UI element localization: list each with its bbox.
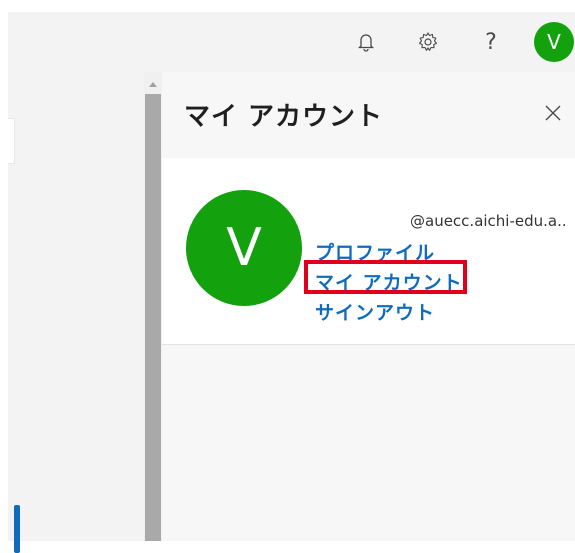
- sign-out-link[interactable]: サインアウト: [315, 298, 435, 325]
- close-icon: [545, 105, 561, 121]
- content-card: [8, 118, 15, 164]
- account-panel: マイ アカウント V @auecc.aichi-edu.a.. プロファイル マ…: [162, 72, 575, 541]
- highlight-box: [304, 260, 467, 294]
- scroll-up-arrow-icon[interactable]: [149, 82, 157, 87]
- top-bar: ? V: [8, 12, 575, 72]
- account-avatar: V: [186, 190, 302, 306]
- close-button[interactable]: [542, 102, 564, 124]
- account-email: @auecc.aichi-edu.a..: [410, 212, 567, 230]
- account-card: V @auecc.aichi-edu.a.. プロファイル マイ アカウント サ…: [162, 158, 575, 345]
- avatar[interactable]: V: [534, 22, 574, 62]
- scrollbar-thumb[interactable]: [145, 94, 161, 541]
- scrollbar[interactable]: [144, 72, 162, 541]
- gear-icon[interactable]: [414, 28, 442, 56]
- panel-title: マイ アカウント: [184, 102, 384, 132]
- main-content-area: [8, 72, 144, 553]
- selection-indicator: [14, 505, 20, 553]
- bell-icon[interactable]: [352, 28, 380, 56]
- help-icon[interactable]: ?: [477, 28, 505, 56]
